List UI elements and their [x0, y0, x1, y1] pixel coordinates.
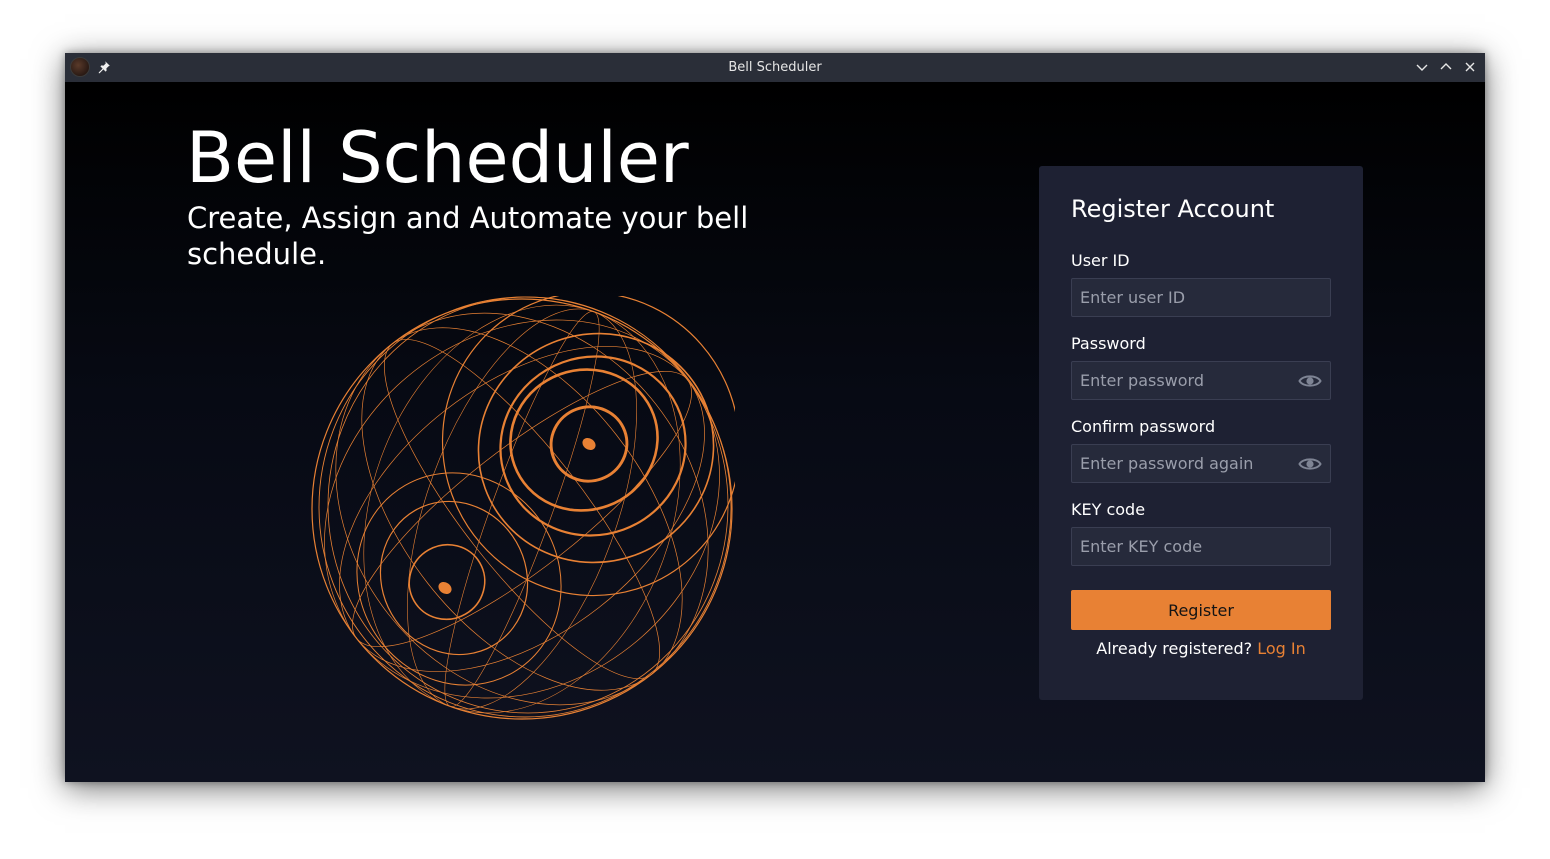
close-icon[interactable]: [1462, 59, 1478, 75]
confirm-password-input[interactable]: [1072, 445, 1330, 482]
register-heading: Register Account: [1071, 195, 1275, 223]
main-content: Bell Scheduler Create, Assign and Automa…: [65, 82, 1485, 782]
key-code-input[interactable]: [1072, 528, 1330, 565]
password-input[interactable]: [1072, 362, 1330, 399]
chevron-up-icon[interactable]: [1438, 59, 1454, 75]
hero-subtitle: Create, Assign and Automate your bell sc…: [187, 201, 749, 271]
key-code-field[interactable]: [1071, 527, 1331, 566]
chevron-down-icon[interactable]: [1414, 59, 1430, 75]
password-label: Password: [1071, 334, 1146, 353]
window-title: Bell Scheduler: [728, 60, 822, 75]
bell-globe-illustration: [311, 296, 735, 720]
register-button[interactable]: Register: [1071, 590, 1331, 630]
eye-icon[interactable]: [1298, 453, 1322, 475]
key-code-label: KEY code: [1071, 500, 1146, 519]
login-link[interactable]: Log In: [1257, 639, 1306, 658]
hero-title: Bell Scheduler: [186, 117, 689, 199]
password-field[interactable]: [1071, 361, 1331, 400]
user-id-label: User ID: [1071, 251, 1130, 270]
app-window: Bell Scheduler Bell Scheduler Create, As…: [65, 53, 1485, 782]
user-id-input[interactable]: [1072, 279, 1330, 316]
user-id-field[interactable]: [1071, 278, 1331, 317]
confirm-password-label: Confirm password: [1071, 417, 1216, 436]
eye-icon[interactable]: [1298, 370, 1322, 392]
title-bar[interactable]: Bell Scheduler: [65, 53, 1485, 83]
register-card: Register Account User ID Password Confir…: [1039, 166, 1363, 700]
login-prompt-line: Already registered? Log In: [1039, 638, 1363, 660]
login-prompt-text: Already registered?: [1096, 639, 1253, 658]
confirm-password-field[interactable]: [1071, 444, 1331, 483]
